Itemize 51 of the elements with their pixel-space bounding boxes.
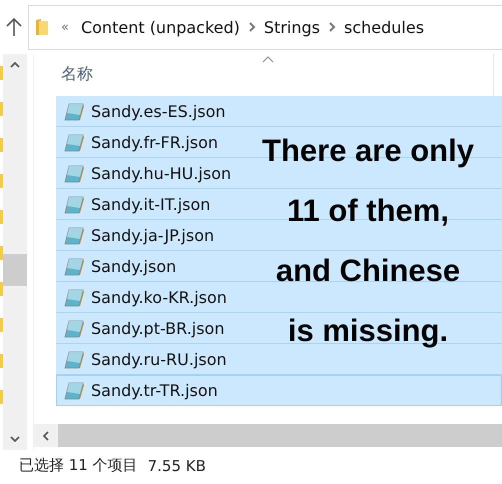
file-name: Sandy.fr-FR.json [91,133,218,152]
notepad-icon [63,382,85,400]
notepad-icon [63,196,85,214]
chevron-right-icon [248,22,256,32]
notepad-icon [63,320,85,338]
folder-icon [0,210,3,224]
selection-count: 已选择 11 个项目 [19,456,138,475]
file-name: Sandy.ru-RU.json [91,350,227,369]
file-name: Sandy.ko-KR.json [91,288,227,307]
folder-icon [0,102,3,116]
breadcrumb[interactable]: Strings [264,18,320,36]
caret-up-icon[interactable] [10,62,20,68]
folder-icon [0,246,3,260]
caret-left-icon[interactable] [43,430,49,440]
selection-size: 7.55 KB [148,456,206,474]
address-bar[interactable]: « Content (unpacked) Strings schedules [28,4,502,50]
folder-icon [35,18,49,36]
notepad-icon [63,164,85,182]
annotation-text: 11 of them, [287,192,449,230]
file-name: Sandy.it-IT.json [91,195,210,214]
folder-icon [0,318,3,332]
file-name: Sandy.tr-TR.json [91,381,218,400]
vertical-scrollbar[interactable] [3,54,27,450]
file-name: Sandy.ja-JP.json [91,226,214,245]
notepad-icon [63,288,85,306]
notepad-icon [63,226,85,244]
annotation-text: There are only [262,132,474,170]
breadcrumb[interactable]: Content (unpacked) [80,18,240,36]
folder-icon [0,390,3,404]
chevron-right-icon [328,22,336,32]
notepad-icon [63,134,85,152]
breadcrumb[interactable]: schedules [344,18,424,36]
folder-icon [0,66,3,80]
folder-icon [0,354,3,368]
notepad-icon [63,102,85,120]
folder-icon [0,138,3,152]
annotation-text: is missing. [288,312,448,350]
file-name: Sandy.es-ES.json [91,102,226,121]
column-title: 名称 [61,64,93,85]
annotation-text: and Chinese [276,252,460,290]
notepad-icon [63,350,85,368]
up-arrow-icon[interactable] [6,17,22,37]
scrollbar-thumb[interactable] [3,254,27,286]
notepad-icon [63,258,85,276]
file-name: Sandy.pt-BR.json [91,319,224,338]
folder-icon [0,282,3,296]
caret-down-icon[interactable] [10,436,20,442]
file-name: Sandy.hu-HU.json [91,164,232,183]
folder-icon [0,174,3,188]
file-name: Sandy.json [91,257,176,276]
overflow-marker[interactable]: « [61,20,69,34]
